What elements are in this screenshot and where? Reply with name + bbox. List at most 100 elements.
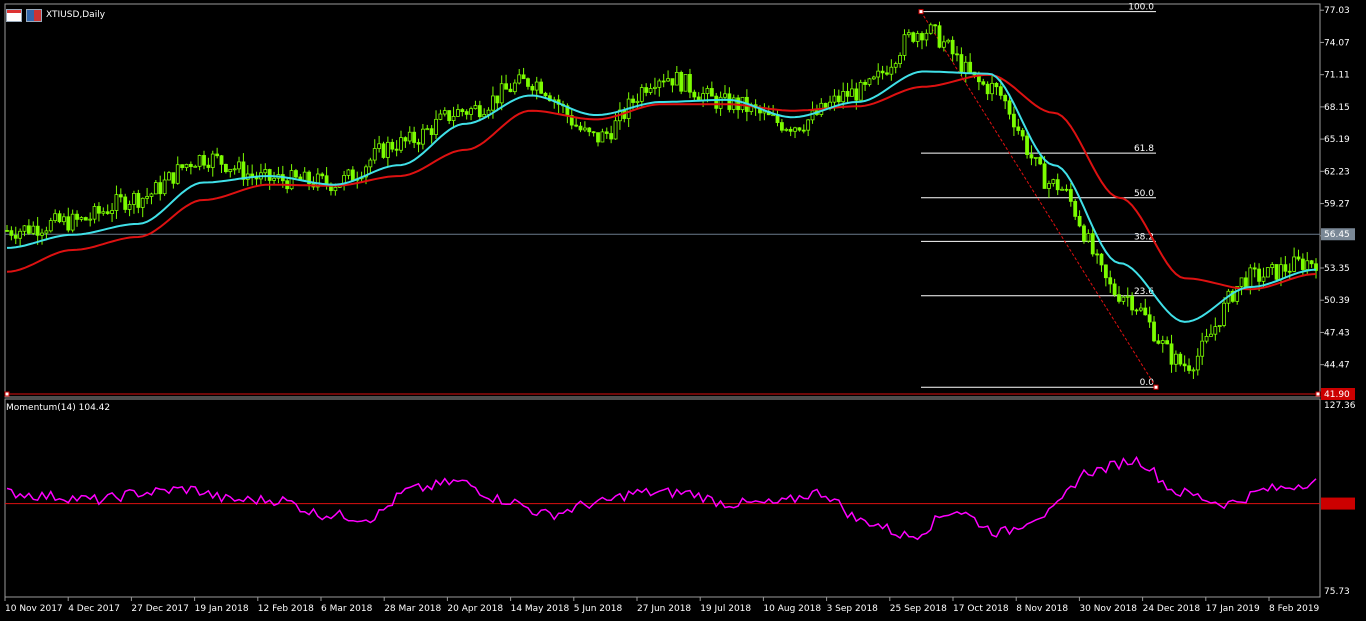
candle-body <box>399 137 403 151</box>
candle-body <box>994 82 999 88</box>
candle-body <box>1222 302 1226 326</box>
candle-body <box>442 110 447 115</box>
candle-body <box>184 163 189 168</box>
time-tick-label: 4 Dec 2017 <box>68 604 120 614</box>
candle-body <box>346 169 351 176</box>
candle-body <box>333 186 338 192</box>
anchor-handle[interactable] <box>918 9 924 15</box>
candle-body <box>158 182 163 195</box>
candle-body <box>1213 326 1218 335</box>
candle-body <box>946 39 951 43</box>
candle-body <box>797 127 802 131</box>
candle-body <box>219 155 224 165</box>
candle-body <box>118 194 123 198</box>
chart-window-icon[interactable] <box>6 8 22 22</box>
candle-body <box>801 129 806 132</box>
time-tick-label: 3 Sep 2018 <box>827 604 879 614</box>
low-price-label: 41.90 <box>1324 390 1350 400</box>
candle-body <box>412 131 417 143</box>
candle-body <box>57 213 62 223</box>
candle-body <box>105 211 110 214</box>
candle-body <box>1042 163 1047 189</box>
candle-body <box>35 225 40 236</box>
candle-body <box>596 132 600 143</box>
candle-body <box>469 108 473 115</box>
candle-body <box>421 128 425 145</box>
candle-body <box>350 169 355 181</box>
candle-body <box>1178 353 1183 365</box>
candle-body <box>145 196 149 199</box>
candle-body <box>210 153 215 168</box>
fibonacci-retracement[interactable]: 100.061.850.038.223.60.0 <box>920 3 1157 389</box>
candle-body <box>950 39 955 55</box>
candle-body <box>701 93 705 101</box>
candle-body <box>92 206 97 220</box>
candle-body <box>539 81 544 94</box>
candle-body <box>1090 233 1095 255</box>
candle-body <box>1029 154 1034 159</box>
candle-body <box>403 137 408 142</box>
candle-body <box>228 168 233 173</box>
candle-body <box>885 72 889 75</box>
candle-body <box>1003 94 1008 102</box>
candle-body <box>1038 157 1043 165</box>
candle-body <box>915 33 920 42</box>
candle-body <box>153 182 158 195</box>
candle-body <box>101 211 106 214</box>
candle-body <box>1217 325 1222 327</box>
candle-body <box>302 171 307 181</box>
candle-body <box>1160 340 1165 344</box>
candle-body <box>1068 189 1073 202</box>
anchor-handle[interactable] <box>1315 391 1321 397</box>
candle-body <box>968 61 973 73</box>
indicator-title: Momentum(14) 104.42 <box>6 403 111 413</box>
time-tick-label: 24 Dec 2018 <box>1143 604 1201 614</box>
candle-body <box>679 72 684 92</box>
candle-body <box>1007 100 1012 115</box>
candle-body <box>1169 343 1174 365</box>
time-tick-label: 19 Jul 2018 <box>700 604 751 614</box>
anchor-handle[interactable] <box>1153 384 1159 390</box>
time-tick-label: 12 Feb 2018 <box>258 604 314 614</box>
price-chart[interactable]: 77.0374.0771.1168.1565.1962.2359.2756.31… <box>0 0 1366 621</box>
price-tick-label: 71.11 <box>1324 71 1350 81</box>
candle-body <box>635 100 640 103</box>
candle-body <box>723 93 727 98</box>
price-tick-label: 50.39 <box>1324 296 1350 306</box>
candle-body <box>657 80 662 88</box>
candle-body <box>1012 113 1016 128</box>
candle-body <box>683 74 688 92</box>
candle-body <box>836 95 841 103</box>
candle-body <box>48 220 53 232</box>
candle-body <box>53 213 58 221</box>
anchor-handle[interactable] <box>4 391 10 397</box>
candle-body <box>79 217 84 220</box>
candle-body <box>521 74 526 80</box>
time-axis: 10 Nov 2017 4 Dec 2017 27 Dec 2017 19 Jan 2… <box>4 597 1320 614</box>
candle-body <box>889 66 894 75</box>
candle-body <box>1016 126 1021 131</box>
candle-body <box>232 168 237 171</box>
candle-body <box>876 70 881 78</box>
candle-body <box>320 173 325 177</box>
time-tick-label: 14 May 2018 <box>511 604 570 614</box>
candle-body <box>692 91 697 98</box>
candle-body <box>40 232 44 236</box>
candle-body <box>495 95 500 104</box>
candle-body <box>193 165 198 168</box>
candle-body <box>477 105 482 118</box>
candle-body <box>451 116 456 121</box>
candle-body <box>526 78 530 87</box>
momentum-line <box>6 455 1317 541</box>
time-tick-label: 25 Sep 2018 <box>890 604 947 614</box>
candle-body <box>1182 363 1187 367</box>
candle-body <box>75 213 79 220</box>
time-tick-label: 30 Nov 2018 <box>1079 604 1137 614</box>
fib-trend-line[interactable] <box>920 11 1157 388</box>
price-markers <box>4 9 1321 397</box>
candle-body <box>933 24 938 27</box>
candle-body <box>18 230 23 239</box>
candle-body <box>425 128 430 131</box>
indicator-frame <box>4 398 1321 598</box>
candle-body <box>959 54 964 74</box>
